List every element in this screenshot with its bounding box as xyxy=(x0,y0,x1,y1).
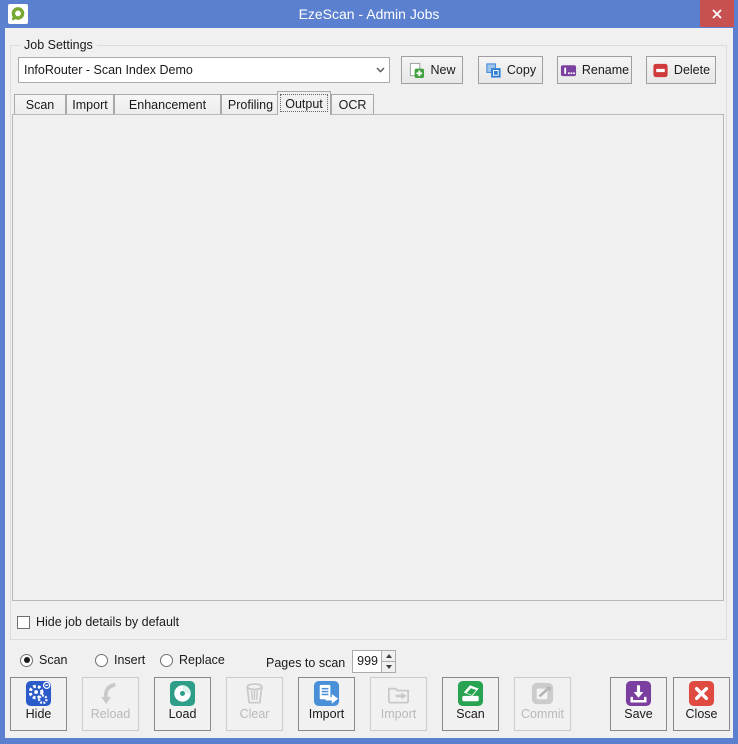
job-selector-value: InfoRouter - Scan Index Demo xyxy=(19,63,371,77)
window-title: EzeScan - Admin Jobs xyxy=(0,0,738,28)
tab-ocr-label: OCR xyxy=(339,98,367,112)
import-button-label: Import xyxy=(309,707,344,721)
close-x-icon xyxy=(688,680,715,707)
delete-button-label: Delete xyxy=(674,63,710,77)
reload-button-label: Reload xyxy=(91,707,131,721)
clear-button: Clear xyxy=(226,677,283,731)
copy-button-label: Copy xyxy=(507,63,536,77)
tab-import[interactable]: Import xyxy=(66,94,114,115)
new-button-label: New xyxy=(430,63,455,77)
tab-scan-label: Scan xyxy=(26,98,55,112)
radio-unselected-icon xyxy=(95,654,108,667)
spinner-up-icon[interactable] xyxy=(382,651,395,662)
tab-ocr[interactable]: OCR xyxy=(331,94,374,115)
clear-button-label: Clear xyxy=(240,707,270,721)
save-button-label: Save xyxy=(624,707,653,721)
radio-mode-scan[interactable]: Scan xyxy=(20,653,68,667)
scanner-icon xyxy=(457,680,484,707)
tab-output[interactable]: Output xyxy=(277,91,331,115)
radio-label: Replace xyxy=(179,653,225,667)
radio-unselected-icon xyxy=(160,654,173,667)
commit-button: Commit xyxy=(514,677,571,731)
close-icon xyxy=(711,8,723,20)
radio-label: Insert xyxy=(114,653,145,667)
copy-button[interactable]: Copy xyxy=(478,56,543,84)
import-folder-icon xyxy=(385,680,412,707)
output-tab-page xyxy=(12,114,724,601)
radio-selected-icon xyxy=(20,654,33,667)
hide-button[interactable]: Hide xyxy=(10,677,67,731)
tab-enhancement-label: Enhancement xyxy=(129,98,206,112)
save-download-icon xyxy=(625,680,652,707)
pages-to-scan-spinner[interactable]: 999 xyxy=(352,650,396,673)
tab-scan[interactable]: Scan xyxy=(14,94,66,115)
scan-button-label: Scan xyxy=(456,707,485,721)
job-settings-label: Job Settings xyxy=(20,38,97,52)
commit-icon xyxy=(529,680,556,707)
hide-gears-icon xyxy=(25,680,52,707)
spinner-down-icon[interactable] xyxy=(382,662,395,672)
delete-job-icon xyxy=(652,62,669,79)
radio-mode-insert[interactable]: Insert xyxy=(95,653,145,667)
scan-button[interactable]: Scan xyxy=(442,677,499,731)
commit-button-label: Commit xyxy=(521,707,564,721)
pages-to-scan-label: Pages to scan xyxy=(266,656,342,672)
close-button-label: Close xyxy=(686,707,718,721)
tab-profiling-label: Profiling xyxy=(228,98,273,112)
checkbox-unchecked-icon xyxy=(17,616,30,629)
load-disc-icon xyxy=(169,680,196,707)
delete-button[interactable]: Delete xyxy=(646,56,716,84)
import-document-icon xyxy=(313,680,340,707)
save-button[interactable]: Save xyxy=(610,677,667,731)
window-close-button[interactable] xyxy=(700,0,734,27)
tab-enhancement[interactable]: Enhancement xyxy=(114,94,221,115)
job-selector-combobox[interactable]: InfoRouter - Scan Index Demo xyxy=(18,57,390,83)
load-button[interactable]: Load xyxy=(154,677,211,731)
checkbox-hide-job-details[interactable]: Hide job details by default xyxy=(17,616,179,629)
import-button[interactable]: Import xyxy=(298,677,355,731)
checkbox-label: Hide job details by default xyxy=(36,615,179,629)
reload-button: Reload xyxy=(82,677,139,731)
pages-to-scan-value: 999 xyxy=(353,651,381,672)
radio-mode-replace[interactable]: Replace xyxy=(160,653,225,667)
rename-button[interactable]: Rename xyxy=(557,56,632,84)
hide-button-label: Hide xyxy=(26,707,52,721)
new-button[interactable]: New xyxy=(401,56,463,84)
radio-label: Scan xyxy=(39,653,68,667)
admin-jobs-window: EzeScan - Admin Jobs Job Settings InfoRo… xyxy=(0,0,738,744)
load-button-label: Load xyxy=(169,707,197,721)
copy-job-icon xyxy=(485,62,502,79)
tab-output-label: Output xyxy=(285,97,323,111)
reload-arrow-icon xyxy=(97,680,124,707)
close-button[interactable]: Close xyxy=(673,677,730,731)
rename-job-icon xyxy=(560,62,577,79)
tab-import-label: Import xyxy=(72,98,107,112)
tab-profiling[interactable]: Profiling xyxy=(221,94,280,115)
import-folder-button: Import xyxy=(370,677,427,731)
trash-icon xyxy=(241,680,268,707)
chevron-down-icon xyxy=(371,67,389,73)
import-folder-button-label: Import xyxy=(381,707,416,721)
rename-button-label: Rename xyxy=(582,63,629,77)
new-job-icon xyxy=(408,62,425,79)
